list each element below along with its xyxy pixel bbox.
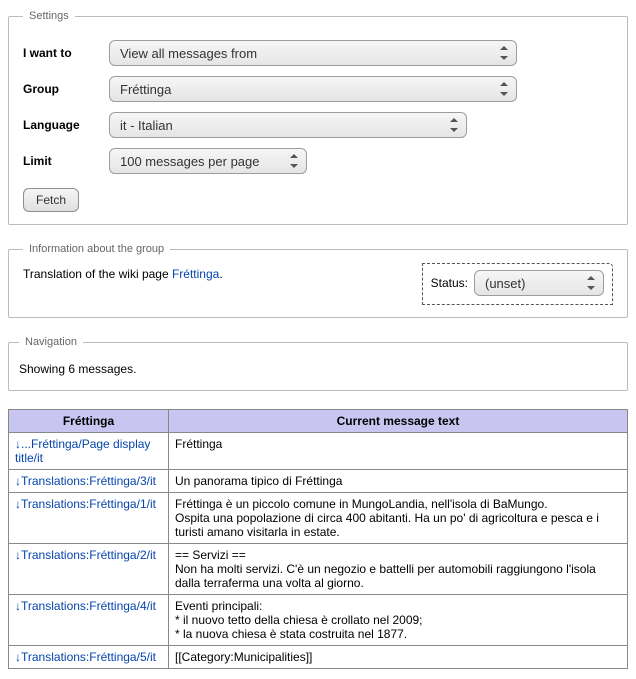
col-header-text: Current message text — [169, 410, 628, 433]
info-prefix: Translation of the wiki page — [23, 267, 172, 281]
language-value: it - Italian — [120, 118, 173, 133]
language-select[interactable]: it - Italian — [109, 112, 467, 138]
nav-showing: Showing 6 messages. — [19, 362, 617, 376]
group-label: Group — [23, 82, 109, 96]
chevron-updown-icon — [498, 81, 510, 97]
message-key-link[interactable]: ↓Translations:Fréttinga/3/it — [15, 474, 156, 488]
chevron-updown-icon — [448, 117, 460, 133]
status-label: Status: — [431, 276, 468, 290]
status-box: Status: (unset) — [422, 263, 613, 305]
chevron-updown-icon — [288, 153, 300, 169]
message-key-link[interactable]: ↓...Fréttinga/Page display title/it — [15, 437, 150, 465]
language-label: Language — [23, 118, 109, 132]
message-text-cell: Fréttinga — [169, 433, 628, 470]
settings-legend: Settings — [23, 10, 75, 22]
limit-row: Limit 100 messages per page — [23, 148, 613, 174]
language-row: Language it - Italian — [23, 112, 613, 138]
status-select[interactable]: (unset) — [474, 270, 604, 296]
chevron-updown-icon — [498, 45, 510, 61]
message-key-link[interactable]: ↓Translations:Fréttinga/4/it — [15, 599, 156, 613]
group-select[interactable]: Fréttinga — [109, 76, 517, 102]
limit-select[interactable]: 100 messages per page — [109, 148, 307, 174]
arrow-down-icon: ↓ — [15, 548, 21, 562]
message-key-cell: ↓Translations:Fréttinga/4/it — [9, 595, 169, 646]
group-value: Fréttinga — [120, 82, 171, 97]
arrow-down-icon: ↓ — [15, 497, 21, 511]
iwantto-row: I want to View all messages from — [23, 40, 613, 66]
limit-label: Limit — [23, 154, 109, 168]
info-legend: Information about the group — [23, 243, 170, 255]
nav-legend: Navigation — [19, 336, 83, 348]
arrow-down-icon: ↓ — [15, 599, 21, 613]
iwantto-select[interactable]: View all messages from — [109, 40, 517, 66]
table-row: ↓Translations:Fréttinga/3/it Un panorama … — [9, 470, 628, 493]
message-key-cell: ↓...Fréttinga/Page display title/it — [9, 433, 169, 470]
group-row: Group Fréttinga — [23, 76, 613, 102]
limit-value: 100 messages per page — [120, 154, 259, 169]
arrow-down-icon: ↓ — [15, 437, 21, 451]
fetch-label: Fetch — [36, 193, 66, 207]
info-suffix: . — [219, 267, 222, 281]
message-key-link[interactable]: ↓Translations:Fréttinga/2/it — [15, 548, 156, 562]
iwantto-value: View all messages from — [120, 46, 257, 61]
arrow-down-icon: ↓ — [15, 650, 21, 664]
iwantto-label: I want to — [23, 46, 109, 60]
table-row: ↓Translations:Fréttinga/2/it == Servizi =… — [9, 544, 628, 595]
message-key-cell: ↓Translations:Fréttinga/2/it — [9, 544, 169, 595]
nav-fieldset: Navigation Showing 6 messages. — [8, 336, 628, 391]
table-row: ↓Translations:Fréttinga/1/it Fréttinga è … — [9, 493, 628, 544]
table-row: ↓Translations:Fréttinga/5/it [[Category:M… — [9, 646, 628, 669]
col-header-key: Fréttinga — [9, 410, 169, 433]
message-key-link[interactable]: ↓Translations:Fréttinga/5/it — [15, 650, 156, 664]
message-key-cell: ↓Translations:Fréttinga/3/it — [9, 470, 169, 493]
message-text-cell: == Servizi == Non ha molti servizi. C'è … — [169, 544, 628, 595]
message-key-cell: ↓Translations:Fréttinga/5/it — [9, 646, 169, 669]
message-text-cell: [[Category:Municipalities]] — [169, 646, 628, 669]
message-key-cell: ↓Translations:Fréttinga/1/it — [9, 493, 169, 544]
info-link[interactable]: Fréttinga — [172, 267, 219, 281]
message-text-cell: Fréttinga è un piccolo comune in MungoLa… — [169, 493, 628, 544]
table-row: ↓...Fréttinga/Page display title/it Frétt… — [9, 433, 628, 470]
arrow-down-icon: ↓ — [15, 474, 21, 488]
table-row: ↓Translations:Fréttinga/4/it Eventi princ… — [9, 595, 628, 646]
info-text: Translation of the wiki page Fréttinga. — [23, 267, 223, 281]
message-text-cell: Un panorama tipico di Fréttinga — [169, 470, 628, 493]
message-text-cell: Eventi principali: * il nuovo tetto dell… — [169, 595, 628, 646]
status-value: (unset) — [485, 276, 525, 291]
chevron-updown-icon — [585, 275, 597, 291]
message-key-link[interactable]: ↓Translations:Fréttinga/1/it — [15, 497, 156, 511]
settings-fieldset: Settings I want to View all messages fro… — [8, 10, 628, 225]
info-fieldset: Information about the group Translation … — [8, 243, 628, 318]
fetch-button[interactable]: Fetch — [23, 188, 79, 212]
messages-table: Fréttinga Current message text ↓...Frétt… — [8, 409, 628, 669]
